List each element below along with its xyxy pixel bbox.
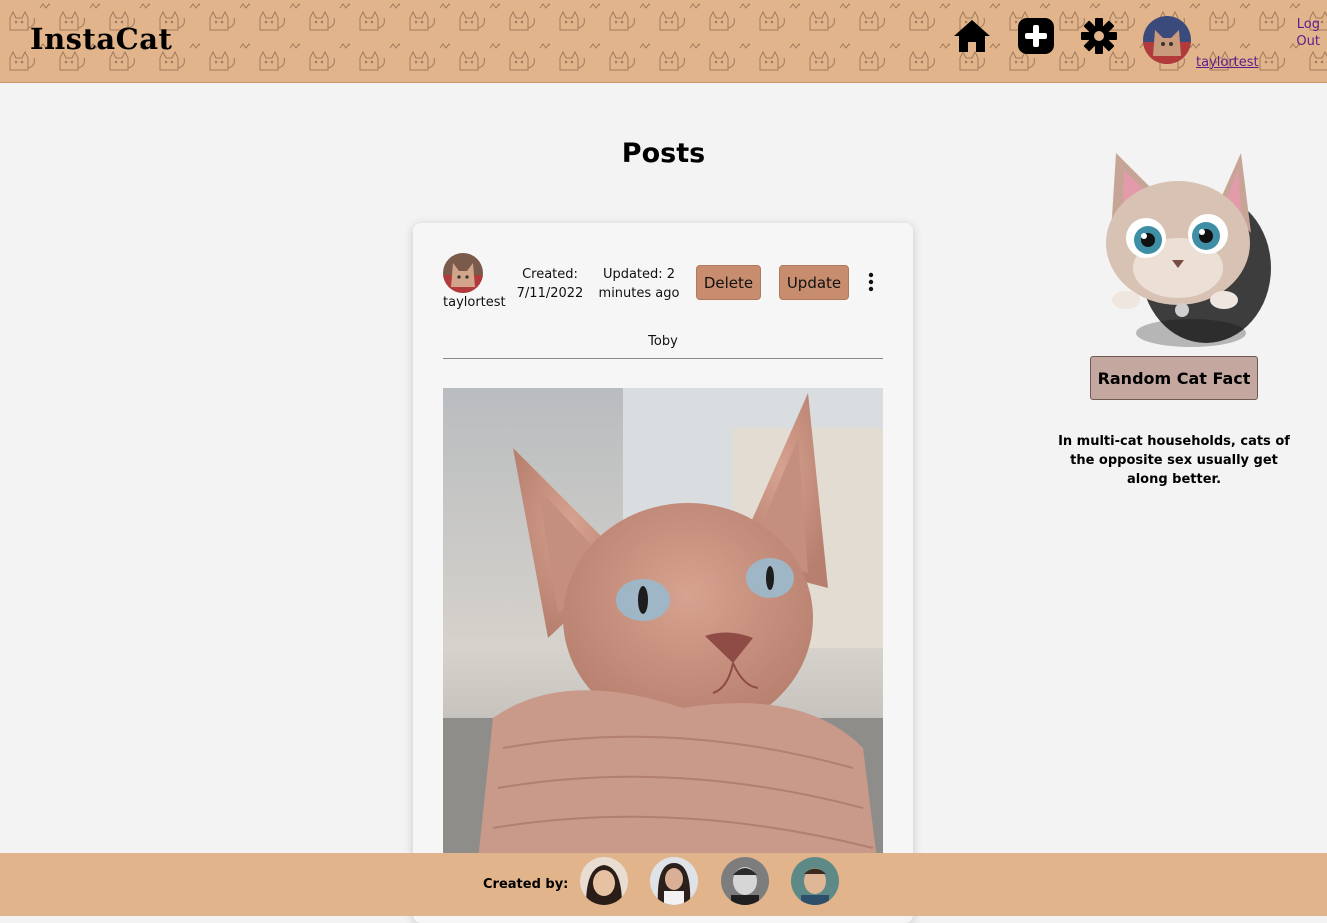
- header-username-link[interactable]: taylortest: [1196, 55, 1259, 70]
- cartoon-cat-illustration: [1106, 153, 1271, 347]
- post-author-name[interactable]: taylortest: [443, 295, 506, 310]
- plus-square-icon[interactable]: [1016, 16, 1056, 56]
- creator-photo-2: [650, 857, 698, 905]
- post-author-avatar[interactable]: [443, 253, 483, 293]
- cat-fact-text: In multi-cat households, cats of the opp…: [1058, 434, 1290, 487]
- logout-line-1: Log: [1296, 17, 1320, 32]
- creator-avatar-3[interactable]: [721, 857, 769, 905]
- app-logo[interactable]: InstaCat: [30, 22, 172, 56]
- created-by-label: Created by:: [483, 877, 569, 892]
- updated-label: Updated: 2: [602, 267, 676, 282]
- post-card: taylortest Created: 7/11/2022 Updated: 2…: [413, 223, 913, 923]
- top-nav-bar: InstaCat taylortest Log Out: [0, 0, 1327, 83]
- creator-avatar-4[interactable]: [791, 857, 839, 905]
- cat-pattern-background: [0, 0, 1327, 82]
- post-caption: Toby: [648, 334, 678, 349]
- caption-divider: [443, 358, 883, 359]
- logout-link[interactable]: Log Out: [1288, 16, 1320, 50]
- logout-line-2: Out: [1296, 34, 1320, 49]
- creator-avatar-1[interactable]: [580, 857, 628, 905]
- created-date: 7/11/2022: [516, 286, 584, 301]
- random-cat-fact-button[interactable]: Random Cat Fact: [1090, 356, 1258, 400]
- post-photo[interactable]: [443, 388, 883, 908]
- creator-photo-4: [791, 857, 839, 905]
- gear-icon[interactable]: [1079, 16, 1119, 56]
- update-button[interactable]: Update: [779, 265, 849, 300]
- creator-photo-1: [580, 857, 628, 905]
- profile-avatar-image: [1143, 16, 1191, 64]
- updated-relative: minutes ago: [598, 286, 680, 301]
- delete-button[interactable]: Delete: [696, 265, 761, 300]
- post-author-avatar-image: [443, 253, 483, 293]
- profile-avatar-button[interactable]: [1143, 16, 1191, 64]
- created-label: Created:: [522, 267, 578, 282]
- home-icon[interactable]: [952, 16, 992, 56]
- more-options-icon[interactable]: [865, 271, 877, 293]
- footer: Created by:: [0, 853, 1327, 916]
- creator-photo-3: [721, 857, 769, 905]
- post-updated-time: Updated: 2 minutes ago: [596, 265, 682, 303]
- creator-avatar-2[interactable]: [650, 857, 698, 905]
- post-created-date: Created: 7/11/2022: [514, 265, 586, 303]
